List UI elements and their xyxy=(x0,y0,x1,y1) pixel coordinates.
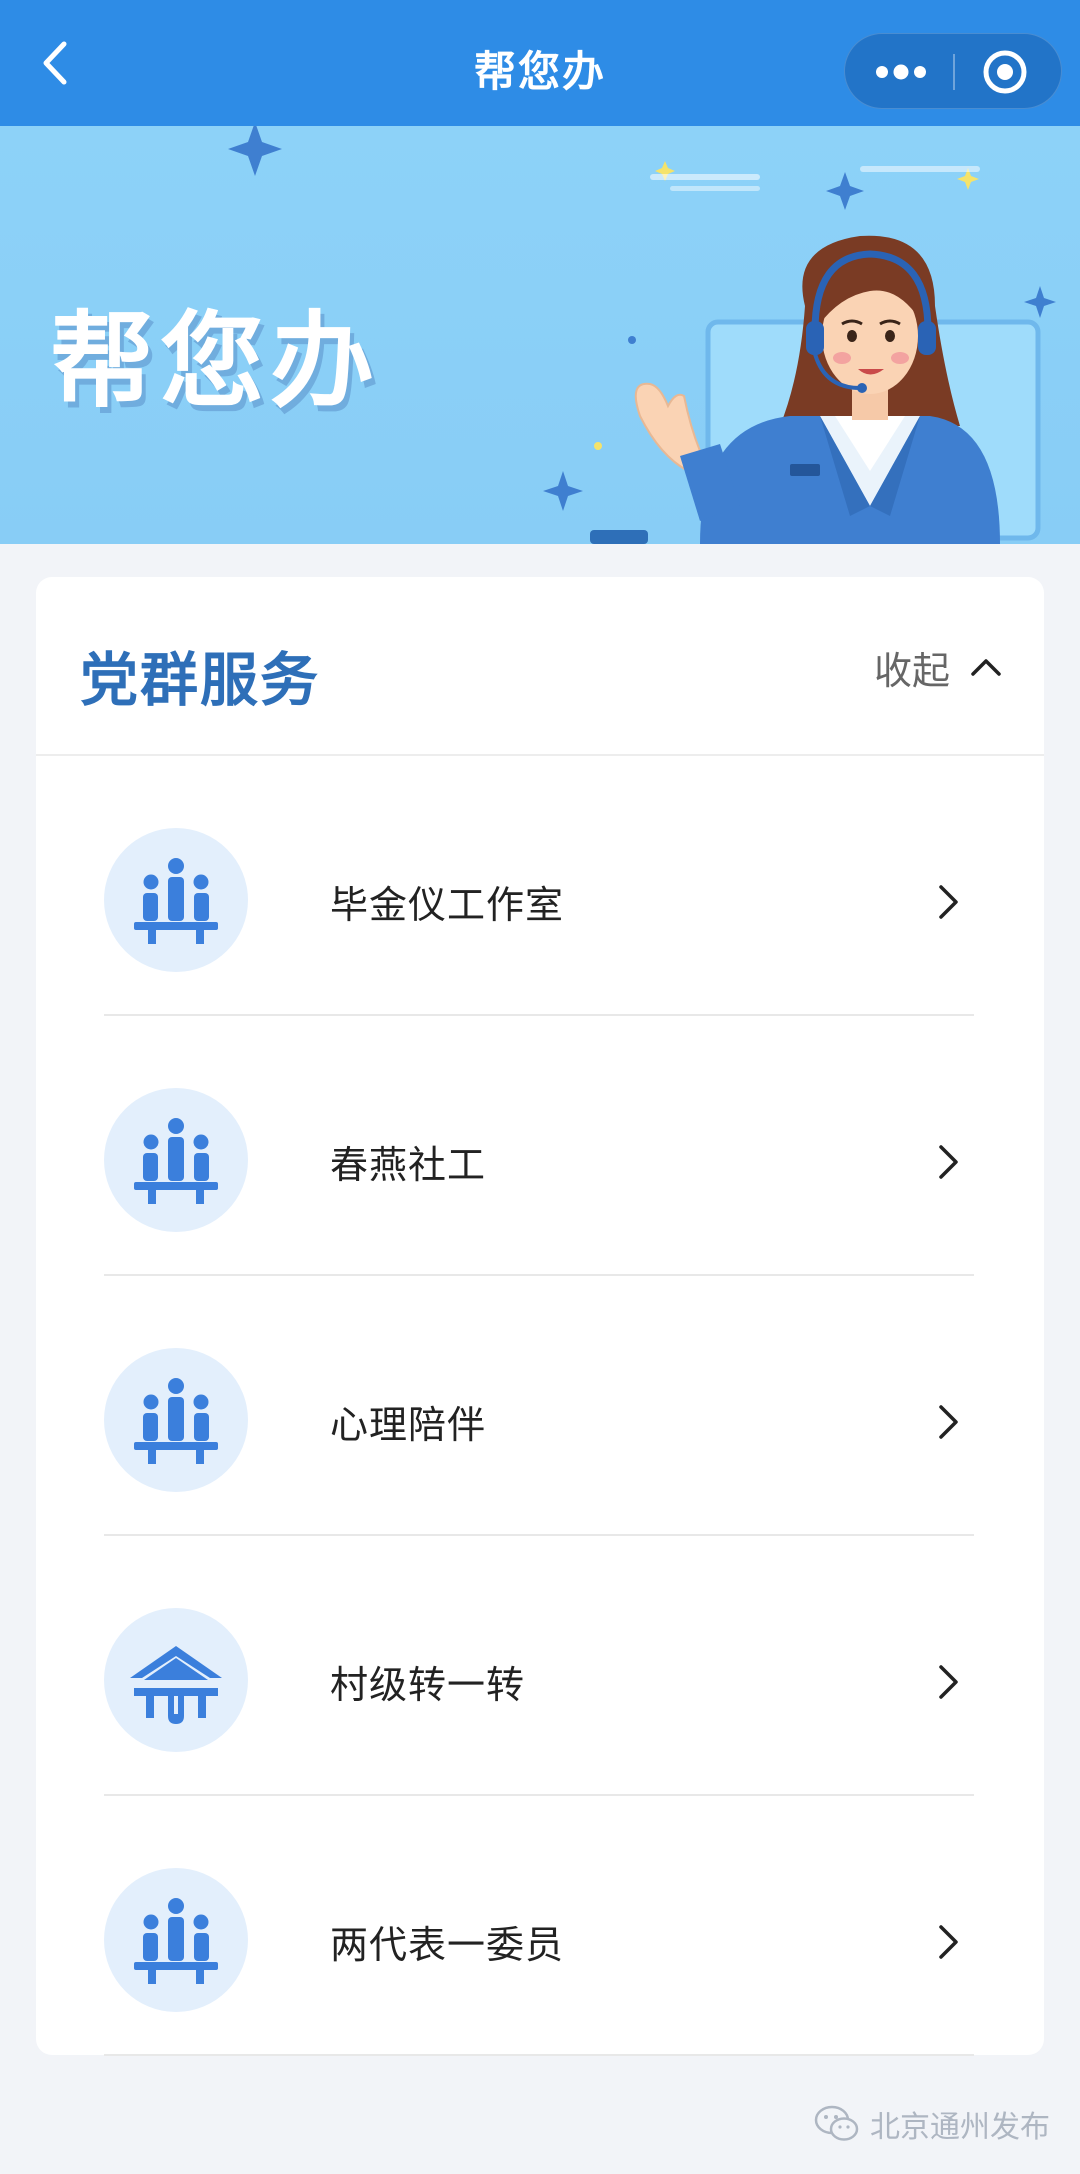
people-group-icon xyxy=(104,1348,248,1492)
close-button[interactable] xyxy=(955,34,1063,110)
item-label: 两代表一委员 xyxy=(330,1923,565,1967)
item-divider xyxy=(104,1274,974,1276)
people-group-icon xyxy=(104,1088,248,1232)
item-label: 心理陪伴 xyxy=(330,1403,487,1447)
more-button[interactable] xyxy=(845,34,953,110)
list-item[interactable]: 春燕社工 xyxy=(104,1018,974,1276)
chevron-right-icon xyxy=(939,1405,958,1439)
item-divider xyxy=(104,1534,974,1536)
watermark-text: 北京通州发布 xyxy=(870,2110,1050,2145)
section-title: 党群服务 xyxy=(80,646,321,714)
chevron-up-icon xyxy=(971,659,1001,676)
item-label: 毕金仪工作室 xyxy=(330,883,565,927)
navbar: 帮您办 xyxy=(0,0,1080,126)
target-close-icon xyxy=(983,50,1027,94)
mini-program-capsule xyxy=(844,33,1062,109)
people-group-icon xyxy=(104,1868,248,2012)
watermark: 北京通州发布 xyxy=(814,2102,1050,2146)
list-item[interactable]: 心理陪伴 xyxy=(104,1278,974,1536)
list-item[interactable]: 毕金仪工作室 xyxy=(104,758,974,1016)
list-item[interactable]: 两代表一委员 xyxy=(104,1798,974,2056)
wechat-icon xyxy=(814,2105,859,2141)
collapse-button[interactable]: 收起 xyxy=(874,639,1004,695)
item-divider xyxy=(104,1014,974,1016)
chevron-right-icon xyxy=(939,1145,958,1179)
item-divider xyxy=(104,2054,974,2056)
chevron-right-icon xyxy=(939,1665,958,1699)
people-group-icon xyxy=(104,828,248,972)
party-service-card: 党群服务 收起 毕金仪工作室 春燕社工 心理陪伴 村级转一转 两代表一委员 xyxy=(36,577,1044,2056)
item-label: 春燕社工 xyxy=(330,1143,487,1187)
item-label: 村级转一转 xyxy=(330,1663,526,1707)
banner: 帮您办 xyxy=(0,126,1080,544)
banner-title: 帮您办 xyxy=(50,300,381,422)
more-dots-icon xyxy=(876,64,926,80)
collapse-label: 收起 xyxy=(873,648,950,693)
house-icon xyxy=(104,1608,248,1752)
item-divider xyxy=(104,1794,974,1796)
page: 帮您办 帮您办 党群服务 收起 毕金仪工作室 春燕社工 心理陪伴 村级转一转 两… xyxy=(0,0,1080,2174)
card-header: 党群服务 收起 xyxy=(36,577,1044,756)
chevron-right-icon xyxy=(939,885,958,919)
list-item[interactable]: 村级转一转 xyxy=(104,1538,974,1796)
chevron-right-icon xyxy=(939,1925,958,1959)
